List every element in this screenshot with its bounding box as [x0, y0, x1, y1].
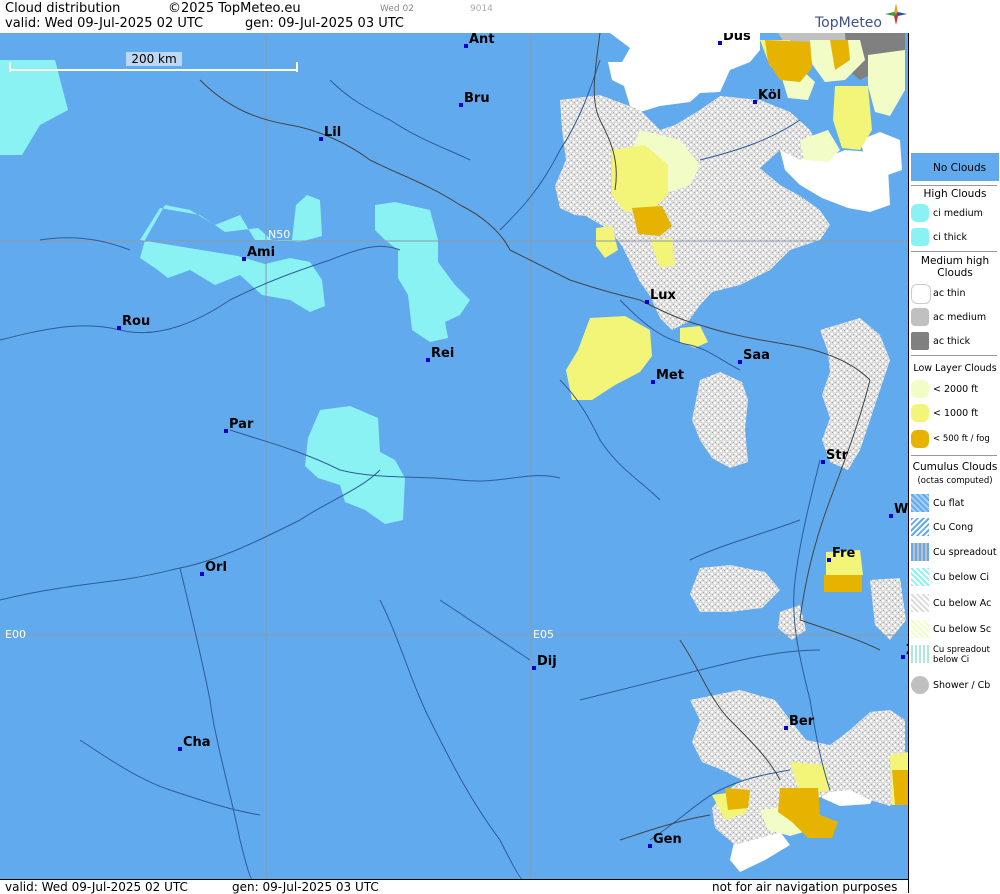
city-marker — [117, 326, 121, 330]
small-day-text: Wed 02 — [380, 4, 414, 14]
city-marker — [242, 257, 246, 261]
city-label: Lil — [324, 125, 341, 140]
city-marker — [651, 380, 655, 384]
brand-logo-text: TopMeteo — [815, 15, 882, 31]
city-label: W — [894, 502, 908, 517]
legend-cu-subtitle: (octas computed) — [917, 476, 993, 486]
city-label: Gen — [653, 832, 682, 847]
legend-cu-title: Cumulus Clouds — [912, 461, 998, 473]
city-marker — [784, 726, 788, 730]
footer-disclaimer: not for air navigation purposes — [712, 880, 898, 894]
city-label: Düs — [723, 33, 751, 44]
city-rou: Rou — [117, 314, 150, 330]
city-label: Köl — [758, 88, 781, 103]
gen-time: gen: 09-Jul-2025 03 UTC — [245, 16, 404, 31]
city-marker — [738, 360, 742, 364]
city-label: Ami — [247, 245, 275, 260]
scale-bar-label: 200 km — [131, 52, 176, 66]
city-label: Ant — [469, 33, 495, 47]
city-label: Rou — [122, 314, 150, 329]
small-code-text: 9014 — [470, 4, 493, 14]
city-label: Ber — [789, 714, 815, 729]
city-label: Par — [229, 417, 254, 432]
legend-panel: No Clouds High Clouds ci medium ci thick… — [908, 33, 1000, 893]
city-düs: Düs — [718, 33, 751, 45]
footer-bar: valid: Wed 09-Jul-2025 02 UTC gen: 09-Ju… — [0, 879, 908, 894]
city-marker — [753, 100, 757, 104]
city-marker — [319, 137, 323, 141]
map-title: Cloud distribution — [5, 1, 121, 16]
city-label: Str — [826, 448, 849, 463]
city-label: Dij — [537, 654, 557, 669]
legend-low-title: Low Layer Clouds — [913, 363, 997, 374]
grid-label-e00: E00 — [5, 628, 26, 641]
city-marker — [532, 666, 536, 670]
city-marker — [648, 844, 652, 848]
header-bar: Cloud distribution ©2025 TopMeteo.eu Wed… — [0, 0, 908, 34]
city-label: Orl — [205, 560, 227, 575]
city-marker — [224, 429, 228, 433]
city-orl: Orl — [200, 560, 227, 576]
copyright-text: ©2025 TopMeteo.eu — [168, 1, 301, 16]
city-marker — [889, 514, 893, 518]
cloud-map[interactable]: N50 E00 E05 200 km Ant DüsKölBruLilAmiRo… — [0, 33, 908, 879]
city-ber: Ber — [784, 714, 815, 730]
grid-label-n50: N50 — [268, 228, 290, 241]
footer-gen-time: gen: 09-Jul-2025 03 UTC — [232, 880, 379, 894]
city-label: Cha — [183, 735, 211, 750]
city-marker — [645, 300, 649, 304]
city-label: Lux — [650, 288, 677, 303]
city-cha: Cha — [178, 735, 211, 751]
city-marker — [200, 572, 204, 576]
legend-medium-title: Medium high Clouds — [920, 255, 990, 279]
city-marker — [901, 655, 905, 659]
city-bru: Bru — [459, 91, 490, 107]
city-marker — [821, 460, 825, 464]
city-str: Str — [821, 448, 849, 464]
city-rei: Rei — [426, 346, 454, 362]
city-ant: Ant — [464, 33, 495, 48]
city-marker — [827, 558, 831, 562]
city-köl: Köl — [753, 88, 781, 104]
city-marker — [459, 103, 463, 107]
city-par: Par — [224, 417, 254, 433]
city-marker — [464, 44, 468, 48]
footer-valid-time: valid: Wed 09-Jul-2025 02 UTC — [5, 880, 188, 894]
city-label: Fre — [832, 546, 855, 561]
city-gen: Gen — [648, 832, 682, 848]
city-label: Saa — [743, 348, 770, 363]
city-label: Rei — [431, 346, 454, 361]
city-marker — [718, 41, 722, 45]
legend-high-title: High Clouds — [923, 188, 987, 200]
city-saa: Saa — [738, 348, 770, 364]
grid-label-e05: E05 — [533, 628, 554, 641]
valid-time: valid: Wed 09-Jul-2025 02 UTC — [5, 16, 204, 31]
compass-logo-icon — [885, 3, 907, 25]
city-lux: Lux — [645, 288, 677, 304]
city-marker — [426, 358, 430, 362]
city-met: Met — [651, 368, 684, 384]
city-ami: Ami — [242, 245, 275, 261]
city-fre: Fre — [827, 546, 855, 562]
city-marker — [178, 747, 182, 751]
city-label: Met — [656, 368, 684, 383]
city-label: Bru — [464, 91, 490, 106]
